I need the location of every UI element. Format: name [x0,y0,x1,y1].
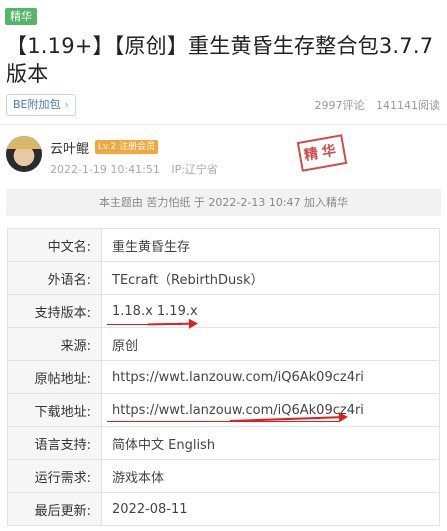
info-value: 简体中文 English [101,426,440,460]
info-key: 运行需求: [7,459,102,493]
comment-count: 2997评论 [314,99,365,112]
table-row: 支持版本: 1.18.x 1.19.x [7,294,440,328]
chevron-right-icon: › [64,98,69,111]
view-count: 141141阅读 [376,99,440,112]
board-link[interactable]: BE附加包 › [6,94,76,116]
post-title: 【1.19+】【原创】重生黄昏生存整合包3.7.7版本 [6,34,434,86]
featured-notice: 本主题由 苦力怕纸 于 2022-2-13 10:47 加入精华 [6,189,441,216]
post-time: 2022-1-19 10:41:51 [50,163,160,176]
info-value: 原创 [101,327,440,361]
table-row: 最后更新: 2022-08-11 [7,492,440,526]
info-value: TEcraft（RebirthDusk） [101,261,440,295]
info-key: 语言支持: [7,426,102,460]
info-key: 原帖地址: [7,360,102,394]
divider [0,124,447,125]
annotation-arrow [147,322,197,326]
post-stats: 2997评论 141141阅读 [307,97,441,113]
author-name[interactable]: 云叶鲲 [50,138,89,157]
info-key: 外语名: [7,261,102,295]
table-row: 语言支持: 简体中文 English [7,426,440,460]
table-row: 外语名: TEcraft（RebirthDusk） [7,261,440,295]
avatar[interactable] [6,136,42,172]
featured-stamp: 精华 [296,134,348,172]
post-meta: 2022-1-19 10:41:51 IP:辽宁省 [50,161,226,177]
info-key: 中文名: [7,228,102,262]
level-badge: Lv.2 注册会员 [95,140,159,154]
featured-tag: 精华 [5,8,37,25]
post-ip: IP:辽宁省 [171,163,218,176]
info-value: 重生黄昏生存 [101,228,440,262]
info-value: 2022-08-11 [101,492,440,526]
table-row: 原帖地址: https://wwt.lanzouw.com/iQ6Ak09cz4r… [7,360,440,394]
info-key: 最后更新: [7,492,102,526]
info-table: 中文名: 重生黄昏生存 外语名: TEcraft（RebirthDusk） 支持版本: 1… [7,228,440,526]
info-key: 来源: [7,327,102,361]
board-label: BE附加包 [13,98,61,111]
table-row: 中文名: 重生黄昏生存 [7,228,440,262]
table-row: 运行需求: 游戏本体 [7,459,440,493]
info-key: 支持版本: [7,294,102,328]
annotation-underline [107,421,339,422]
info-value[interactable]: https://wwt.lanzouw.com/iQ6Ak09cz4ri [101,360,440,394]
info-value: 游戏本体 [101,459,440,493]
info-key: 下载地址: [7,393,102,427]
table-row: 来源: 原创 [7,327,440,361]
